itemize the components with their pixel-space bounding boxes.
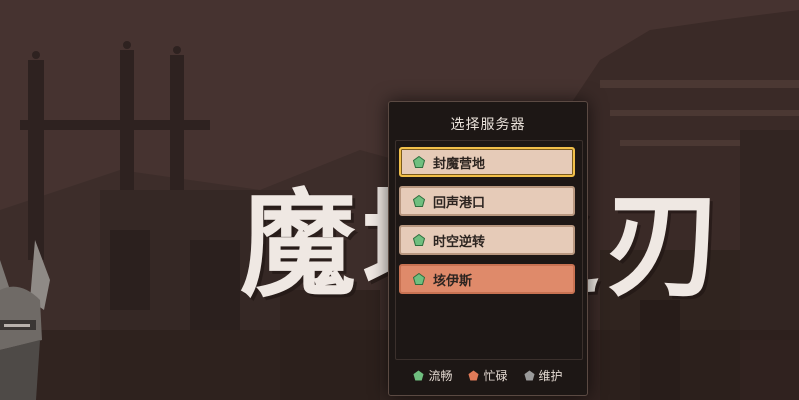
armored-character-icon xyxy=(0,240,50,400)
server-select-panel: 选择服务器 封魔营地 回声港口 时空逆转 垓伊斯 流畅 忙碌 维护 xyxy=(388,101,588,396)
panel-title: 选择服务器 xyxy=(450,117,526,133)
server-item-0[interactable]: 封魔营地 xyxy=(399,147,575,177)
pentagon-gem-icon xyxy=(523,370,535,381)
legend-label: 流畅 xyxy=(428,369,453,383)
server-item-3[interactable]: 垓伊斯 xyxy=(399,264,575,294)
legend-label: 忙碌 xyxy=(483,369,508,383)
pentagon-gem-icon xyxy=(413,370,425,381)
pentagon-gem-icon xyxy=(468,370,480,381)
server-name: 时空逆转 xyxy=(433,234,486,250)
pentagon-gem-icon xyxy=(413,195,425,207)
legend-smooth: 流畅 xyxy=(413,367,452,384)
status-legend: 流畅 忙碌 维护 xyxy=(389,367,587,384)
server-name: 封魔营地 xyxy=(433,156,486,172)
server-name: 回声港口 xyxy=(433,195,486,211)
legend-maintenance: 维护 xyxy=(523,367,563,384)
pentagon-gem-icon xyxy=(413,156,425,168)
pentagon-gem-icon xyxy=(413,234,425,246)
server-item-2[interactable]: 时空逆转 xyxy=(399,225,575,255)
server-name: 垓伊斯 xyxy=(433,273,473,289)
pentagon-gem-icon xyxy=(413,273,425,285)
server-item-1[interactable]: 回声港口 xyxy=(399,186,575,216)
legend-busy: 忙碌 xyxy=(468,367,508,384)
legend-label: 维护 xyxy=(538,369,563,383)
